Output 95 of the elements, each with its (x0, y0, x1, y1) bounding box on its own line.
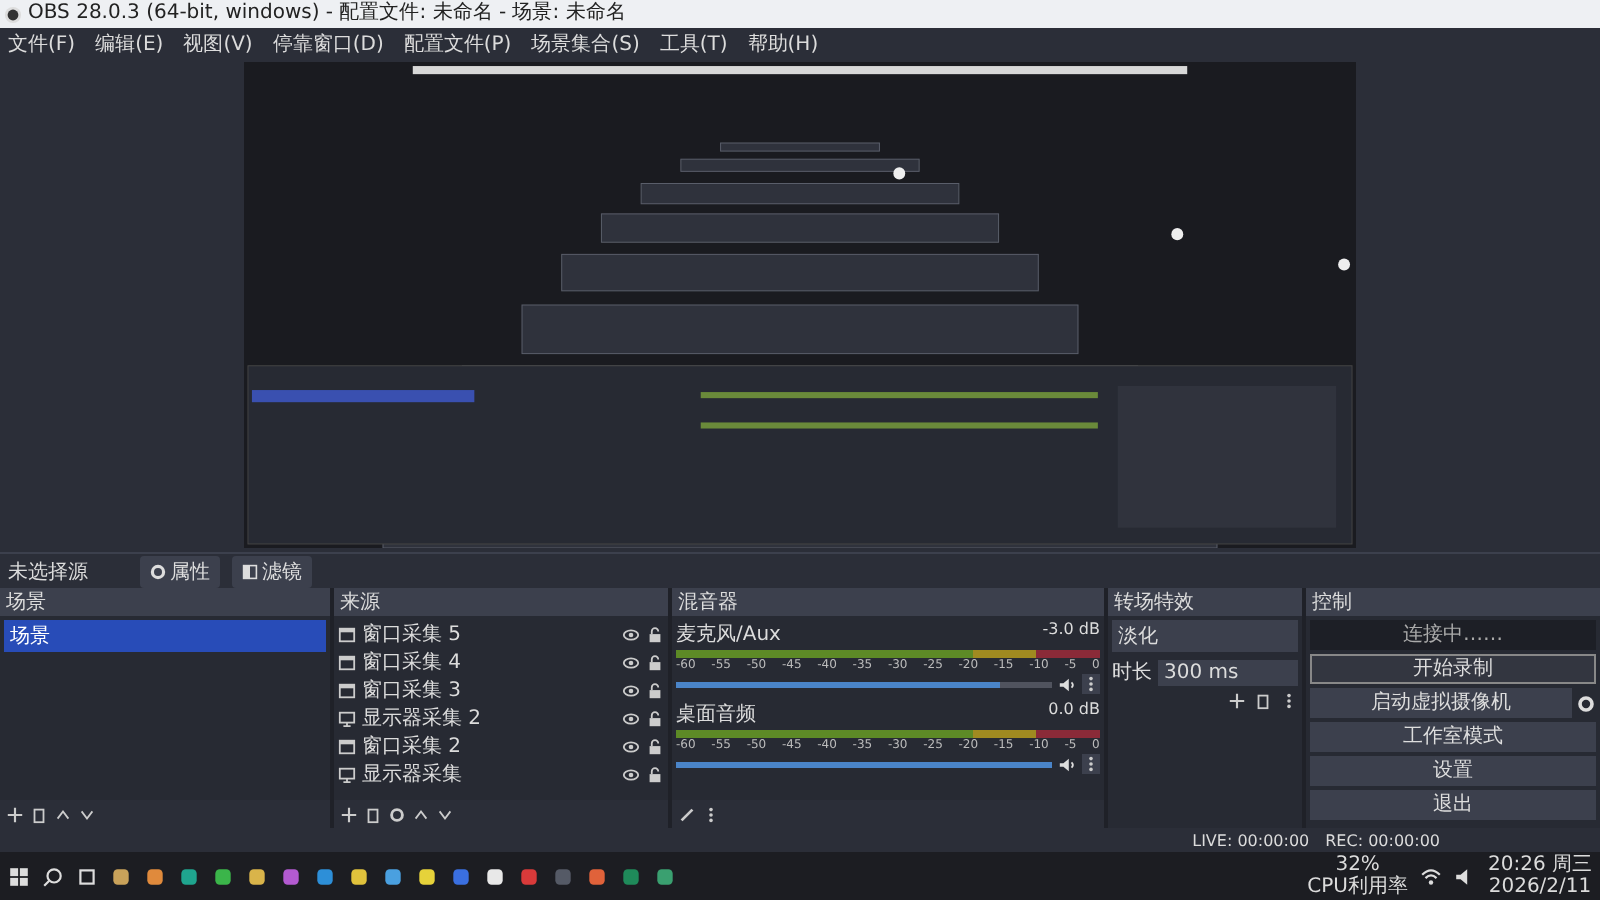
add-icon[interactable] (1228, 692, 1246, 710)
duration-field[interactable]: 300 ms (1158, 659, 1298, 685)
control-button[interactable]: 设置 (1310, 756, 1596, 786)
app-icon[interactable] (416, 865, 438, 887)
eye-icon[interactable] (622, 625, 640, 643)
duration-label: 时长 (1112, 659, 1152, 686)
eye-icon[interactable] (622, 765, 640, 783)
unlock-icon[interactable] (646, 709, 664, 727)
control-button[interactable]: 启动虚拟摄像机 (1310, 688, 1572, 718)
channel-name: 桌面音频 (676, 701, 756, 728)
control-button[interactable]: 工作室模式 (1310, 722, 1596, 752)
app-icon[interactable] (144, 865, 166, 887)
gear-icon[interactable] (388, 805, 406, 823)
app-icon[interactable] (382, 865, 404, 887)
clock-date: 2026/2/11 (1488, 876, 1592, 898)
live-status: LIVE: 00:00:00 (1192, 831, 1310, 849)
unlock-icon[interactable] (646, 737, 664, 755)
menu-item[interactable]: 工具(T) (659, 29, 728, 57)
scene-item[interactable]: 场景 (4, 620, 326, 652)
source-item[interactable]: 窗口采集 3 (362, 676, 616, 704)
menu-item[interactable]: 场景集合(S) (531, 29, 640, 57)
monitor-icon (338, 765, 356, 783)
no-source-label: 未选择源 (8, 559, 90, 585)
chevron-up-icon[interactable] (54, 805, 72, 823)
app-icon[interactable] (484, 865, 506, 887)
window-icon (338, 653, 356, 671)
control-button[interactable]: 连接中…… (1310, 620, 1596, 650)
source-item[interactable]: 显示器采集 2 (362, 704, 616, 732)
chevron-down-icon[interactable] (436, 805, 454, 823)
volume-reading: -3.0 dB (1042, 620, 1100, 642)
dock-title: 控制 (1312, 589, 1352, 616)
window-icon (338, 681, 356, 699)
more-icon[interactable] (1082, 754, 1100, 774)
cpu-label: CPU利用率 (1307, 876, 1408, 898)
unlock-icon[interactable] (646, 765, 664, 783)
speaker-icon[interactable] (1058, 675, 1076, 693)
eye-icon[interactable] (622, 681, 640, 699)
app-icon[interactable] (348, 865, 370, 887)
menu-item[interactable]: 文件(F) (8, 29, 76, 57)
rec-status: REC: 00:00:00 (1325, 831, 1440, 849)
volume-reading: 0.0 dB (1048, 700, 1100, 722)
app-logo-icon (4, 5, 22, 23)
chevron-down-icon[interactable] (78, 805, 96, 823)
source-bar-button[interactable]: 属性 (140, 555, 220, 587)
windows-start-icon[interactable] (8, 865, 30, 887)
menu-item[interactable]: 编辑(E) (95, 29, 164, 57)
dock-title: 转场特效 (1114, 589, 1194, 616)
dock-title: 混音器 (678, 589, 738, 616)
menu-item[interactable]: 停靠窗口(D) (272, 29, 384, 57)
gear-icon[interactable] (1576, 693, 1596, 713)
trash-icon[interactable] (30, 805, 48, 823)
window-icon (338, 625, 356, 643)
filter-icon (242, 563, 258, 579)
clock-time: 20:26 周三 (1488, 854, 1592, 876)
menu-item[interactable]: 视图(V) (183, 29, 253, 57)
window-title: OBS 28.0.3 (64-bit, windows) - 配置文件: 未命名 - 场景: 未命名 (28, 4, 626, 24)
source-item[interactable]: 窗口采集 5 (362, 620, 616, 648)
more-icon[interactable] (1082, 674, 1100, 694)
volume-slider-fill[interactable] (676, 681, 1000, 687)
app-icon[interactable] (212, 865, 234, 887)
control-button[interactable]: 退出 (1310, 790, 1596, 820)
app-icon[interactable] (110, 865, 132, 887)
unlock-icon[interactable] (646, 625, 664, 643)
wifi-icon[interactable] (1420, 865, 1442, 887)
control-button[interactable]: 开始录制 (1310, 654, 1596, 684)
source-item[interactable]: 窗口采集 4 (362, 648, 616, 676)
volume-slider-fill[interactable] (676, 761, 1052, 767)
chevron-up-icon[interactable] (412, 805, 430, 823)
source-item[interactable]: 窗口采集 2 (362, 732, 616, 760)
window-icon (338, 737, 356, 755)
eye-icon[interactable] (622, 737, 640, 755)
monitor-icon (338, 709, 356, 727)
speaker-icon[interactable] (1058, 755, 1076, 773)
trash-icon[interactable] (1254, 692, 1272, 710)
trash-icon[interactable] (364, 805, 382, 823)
app-icon[interactable] (178, 865, 200, 887)
search-icon[interactable] (42, 865, 64, 887)
dock-title: 场景 (6, 589, 46, 616)
add-icon[interactable] (6, 805, 24, 823)
eye-icon[interactable] (622, 709, 640, 727)
channel-name: 麦克风/Aux (676, 621, 781, 648)
dock-title: 来源 (340, 589, 380, 616)
cpu-percent: 32% (1335, 854, 1380, 876)
task-view-icon[interactable] (76, 865, 98, 887)
add-icon[interactable] (340, 805, 358, 823)
eye-icon[interactable] (622, 653, 640, 671)
source-bar-button[interactable]: 滤镜 (232, 555, 312, 587)
unlock-icon[interactable] (646, 681, 664, 699)
transition-dropdown[interactable]: 淡化 (1112, 620, 1298, 652)
gear-icon (150, 563, 166, 579)
menu-item[interactable]: 配置文件(P) (403, 29, 512, 57)
menu-item[interactable]: 帮助(H) (747, 29, 819, 57)
source-item[interactable]: 显示器采集 (362, 760, 616, 788)
unlock-icon[interactable] (646, 653, 664, 671)
app-icon[interactable] (246, 865, 268, 887)
